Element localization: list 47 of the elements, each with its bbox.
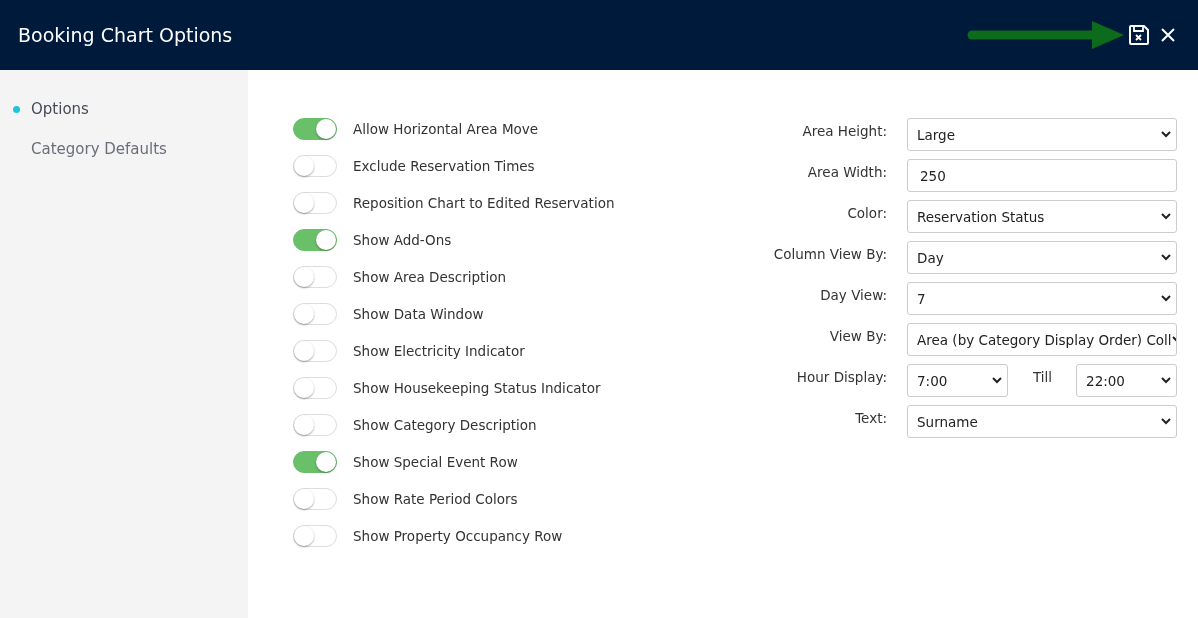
field-label: Hour Display: [795, 368, 887, 385]
field-label: Till [1032, 368, 1053, 385]
toggle-label: Show Electricity Indicator [353, 343, 525, 359]
dropdown[interactable]: Reservation Status [907, 200, 1177, 233]
toggle-label: Allow Horizontal Area Move [353, 121, 539, 137]
close-icon[interactable] [1160, 27, 1176, 43]
sidebar-item[interactable]: Options [31, 100, 89, 118]
field-label: Area Height: [801, 122, 887, 139]
toggle-switch[interactable] [293, 488, 337, 510]
field-label: Text: [854, 409, 887, 426]
dropdown[interactable]: 7:00 [907, 364, 1008, 397]
save-icon[interactable] [1128, 24, 1150, 46]
toggle-label: Show Category Description [353, 417, 537, 433]
window-title: Booking Chart Options [18, 24, 233, 46]
toggle-label: Show Special Event Row [353, 454, 518, 470]
dropdown[interactable]: 22:00 [1076, 364, 1177, 397]
toggle-switch[interactable] [293, 303, 337, 325]
toggle-switch[interactable] [293, 377, 337, 399]
dropdown[interactable]: 7 [907, 282, 1177, 315]
toggle-label: Reposition Chart to Edited Reservation [353, 195, 615, 211]
toggle-switch[interactable] [293, 414, 337, 436]
field-label: Color: [846, 204, 887, 221]
toggle-label: Show Add-Ons [353, 232, 452, 248]
toggle-switch[interactable] [293, 340, 337, 362]
toggle-switch[interactable] [293, 229, 337, 251]
toggle-label: Show Property Occupancy Row [353, 528, 563, 544]
toggle-label: Exclude Reservation Times [353, 158, 535, 174]
field-label: Area Width: [806, 163, 887, 180]
dropdown[interactable]: Large [907, 118, 1177, 151]
toggle-switch[interactable] [293, 155, 337, 177]
dropdown[interactable]: Area (by Category Display Order) Coll [907, 323, 1177, 356]
toggle-label: Show Housekeeping Status Indicator [353, 380, 601, 396]
toggle-label: Show Rate Period Colors [353, 491, 518, 507]
toggle-switch[interactable] [293, 118, 337, 140]
dropdown[interactable]: Day [907, 241, 1177, 274]
input-field[interactable]: 250 [907, 159, 1177, 192]
toggle-switch[interactable] [293, 192, 337, 214]
dropdown[interactable]: Surname [907, 405, 1177, 438]
toggle-switch[interactable] [293, 525, 337, 547]
toggle-switch[interactable] [293, 451, 337, 473]
toggle-label: Show Data Window [353, 306, 484, 322]
toggle-label: Show Area Description [353, 269, 506, 285]
sidebar-item[interactable]: Category Defaults [31, 140, 167, 158]
field-label: Day View: [819, 286, 887, 303]
field-label: Column View By: [772, 245, 887, 262]
toggle-switch[interactable] [293, 266, 337, 288]
field-label: View By: [828, 327, 887, 344]
